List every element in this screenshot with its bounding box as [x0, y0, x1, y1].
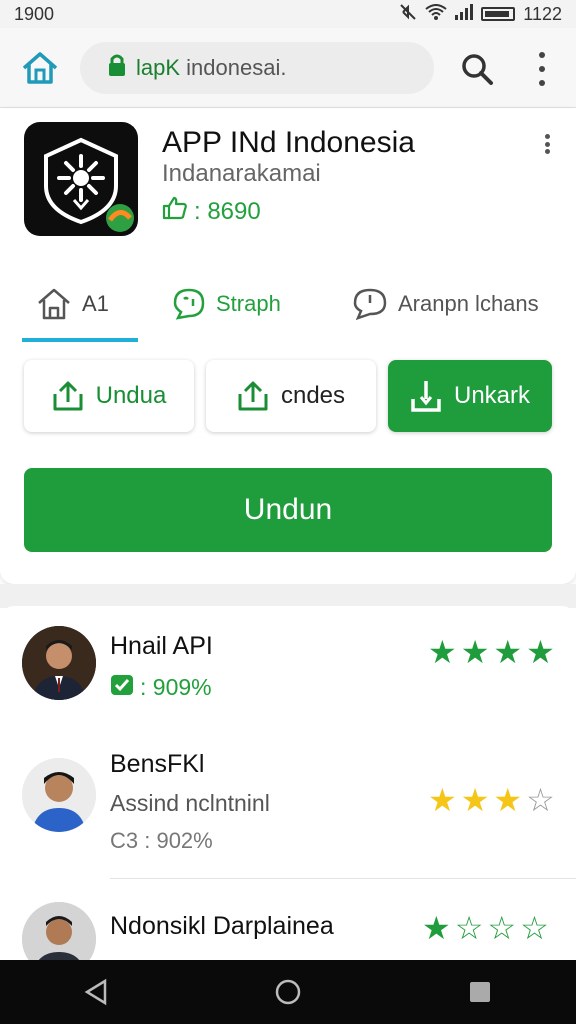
app-more-button[interactable] — [542, 134, 552, 154]
review-meta: : 909% — [110, 672, 212, 702]
mute-icon — [399, 3, 417, 26]
review-percent: C3 : 902% — [110, 828, 213, 853]
app-rating: : 8690 — [162, 196, 261, 227]
recents-button[interactable] — [450, 972, 510, 1012]
tab-all[interactable]: A1 — [36, 268, 109, 340]
app-icon[interactable] — [24, 122, 138, 236]
status-bar: 1900 1122 — [0, 0, 576, 28]
action-button-undua-label: Undua — [95, 382, 167, 409]
status-time-right: 1122 — [523, 3, 562, 24]
home-nav-button[interactable] — [258, 972, 318, 1012]
url-domain: indonesai. — [186, 55, 287, 80]
review-divider — [110, 878, 576, 879]
home-button[interactable] — [20, 50, 60, 86]
lock-icon — [108, 53, 126, 83]
star-filled-icon: ★ — [460, 634, 490, 670]
signal-icon — [455, 3, 474, 25]
upload-icon — [53, 381, 83, 411]
url-bar[interactable]: lapK indonesai. — [80, 42, 434, 94]
star-empty-icon: ☆ — [520, 910, 549, 946]
tab-other[interactable]: Aranpn lchans — [352, 268, 539, 340]
review-meta-value: : 909% — [140, 673, 212, 700]
share-icon — [238, 381, 268, 411]
status-icons: 1122 — [399, 3, 562, 26]
url-prefix: lapK — [136, 55, 181, 80]
search-icon — [462, 54, 493, 85]
review-stars: ★ ★ ★ ★ — [428, 636, 555, 668]
status-time-left: 1900 — [14, 3, 55, 24]
star-empty-icon: ☆ — [526, 782, 555, 818]
home-circle-icon — [275, 979, 301, 1005]
review-stars: ★ ☆ ☆ ☆ — [422, 912, 549, 944]
action-button-unkark[interactable]: Unkark — [388, 360, 552, 432]
reviews-card: Hnail API : 909% ★ ★ ★ ★ BensFKl Assind ncl… — [0, 606, 576, 976]
url-text: lapK indonesai. — [136, 55, 286, 81]
system-nav-bar — [0, 960, 576, 1024]
home-icon — [22, 52, 58, 84]
tab-straph-label: Straph — [216, 291, 281, 316]
star-filled-icon: ★ — [526, 634, 555, 670]
tab-bar: A1 Straph Aranpn lchans — [0, 268, 576, 344]
comment-icon — [353, 288, 387, 321]
review-author: Ndonsikl Darplainea — [110, 912, 334, 940]
primary-install-button[interactable]: Undun — [24, 468, 552, 552]
thumbs-up-icon — [162, 196, 188, 227]
section-gap — [0, 584, 576, 608]
avatar — [22, 758, 96, 832]
star-empty-icon: ☆ — [487, 910, 517, 946]
recents-square-icon — [470, 982, 490, 1002]
star-filled-icon: ★ — [493, 634, 523, 670]
overflow-menu-button[interactable] — [532, 52, 552, 86]
review-text: Assind nclntninl — [110, 790, 270, 816]
battery-icon — [481, 7, 516, 21]
tab-other-label: Aranpn lchans — [398, 291, 539, 316]
avatar — [22, 626, 96, 700]
tab-all-label: A1 — [82, 291, 109, 316]
star-filled-icon: ★ — [422, 910, 451, 946]
tab-indicator — [22, 338, 138, 342]
action-button-cndes[interactable]: cndes — [206, 360, 376, 432]
download-icon — [411, 381, 441, 412]
star-filled-icon: ★ — [428, 634, 457, 670]
star-filled-icon: ★ — [460, 782, 490, 818]
action-button-unkark-label: Unkark — [453, 382, 531, 409]
chat-bubble-icon — [173, 288, 205, 320]
app-rating-value: : 8690 — [194, 197, 261, 225]
review-author: Hnail API — [110, 632, 213, 660]
star-filled-icon: ★ — [428, 782, 457, 818]
search-button[interactable] — [460, 52, 494, 86]
action-button-undua[interactable]: Undua — [24, 360, 194, 432]
back-button[interactable] — [66, 972, 126, 1012]
action-button-cndes-label: cndes — [280, 382, 346, 409]
back-triangle-icon — [84, 978, 107, 1006]
app-logo-icon — [44, 137, 134, 232]
app-card: APP INd Indonesia Indanarakamai : 8690 A… — [0, 108, 576, 584]
review-stars: ★ ★ ★ ☆ — [428, 784, 555, 816]
review-author: BensFKl — [110, 750, 205, 778]
home-outline-icon — [38, 288, 70, 320]
star-filled-icon: ★ — [493, 782, 523, 818]
star-empty-icon: ☆ — [454, 910, 484, 946]
tab-straph[interactable]: Straph — [172, 268, 281, 340]
app-developer: Indanarakamai — [162, 160, 321, 187]
check-badge-icon — [110, 672, 134, 702]
wifi-icon — [425, 3, 447, 25]
browser-toolbar: lapK indonesai. — [0, 28, 576, 108]
app-title: APP INd Indonesia — [162, 126, 415, 159]
